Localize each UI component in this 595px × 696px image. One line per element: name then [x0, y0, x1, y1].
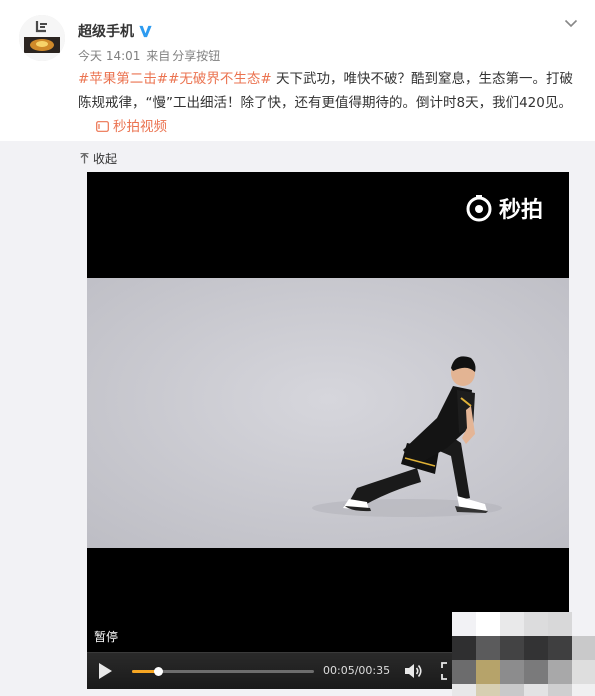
source-prefix: 来自 [146, 49, 171, 63]
pixelated-overlay [452, 612, 595, 696]
video-frame[interactable] [87, 278, 569, 548]
play-icon[interactable] [97, 662, 113, 680]
volume-icon[interactable] [403, 662, 423, 680]
chevron-down-icon[interactable] [564, 16, 578, 30]
post-source[interactable]: 分享按钮 [172, 49, 220, 63]
progress-bar[interactable] [132, 667, 314, 676]
username[interactable]: 超级手机 [78, 21, 134, 41]
watermark-label: 秒拍 [499, 198, 544, 223]
time-display: 00:05/00:35 [323, 664, 391, 677]
hashtag[interactable]: #苹果第二击# [78, 71, 168, 87]
progress-knob[interactable] [154, 667, 164, 676]
post-time[interactable]: 今天 14:01 [78, 49, 140, 63]
miaopai-watermark: 秒拍 [465, 192, 543, 224]
collapse-label: 收起 [93, 152, 118, 166]
post-text: #苹果第二击##无破界不生态# 天下武功，唯快不破？酷到窒息，生态第一。打破陈规… [78, 67, 583, 139]
miaopai-logo-icon [466, 195, 492, 222]
username-row: 超级手机 [78, 21, 153, 41]
video-frame-image [87, 278, 569, 548]
post-meta: 今天 14:01 来自 分享按钮 [78, 47, 222, 64]
avatar[interactable] [19, 15, 65, 61]
hashtag[interactable]: #无破界不生态# [168, 71, 272, 87]
video-link[interactable]: 秒拍视频 [96, 119, 167, 135]
pause-label: 暂停 [94, 630, 119, 644]
arrow-up-icon [80, 153, 89, 164]
collapse-button[interactable]: 收起 [80, 150, 117, 167]
video-player[interactable]: 秒拍 暂停 00:05/00:35 [87, 172, 569, 689]
verified-v-icon [139, 25, 152, 37]
video-icon [96, 121, 109, 132]
video-link-label: 秒拍视频 [113, 119, 167, 135]
